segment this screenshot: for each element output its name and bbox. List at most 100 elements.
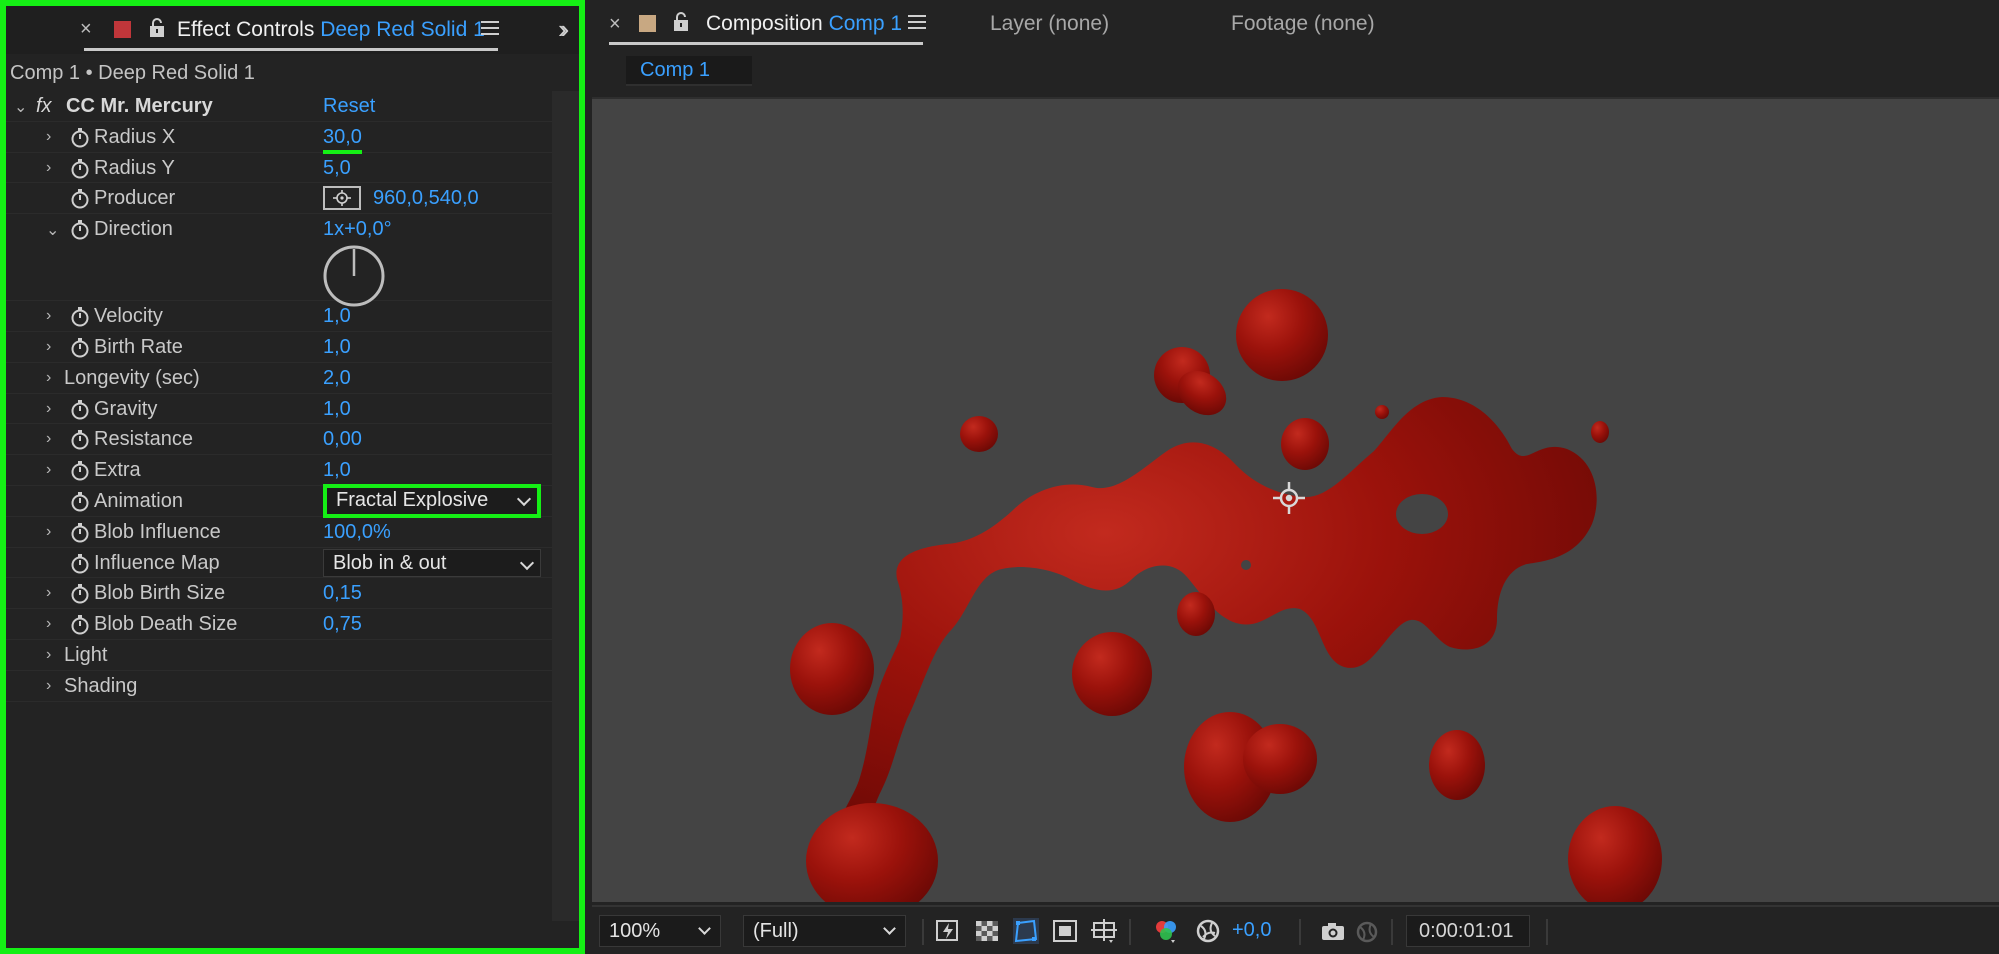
reset-button[interactable]: Reset	[323, 95, 375, 118]
layer-tab[interactable]: Layer (none)	[990, 12, 1109, 36]
resolution-select[interactable]: (Full)	[743, 915, 906, 947]
chevron-right-icon[interactable]: ›	[46, 523, 51, 541]
angle-dial[interactable]	[322, 244, 386, 308]
stopwatch-icon[interactable]	[70, 553, 90, 574]
channel-rgb-icon[interactable]	[1153, 918, 1179, 944]
longevity-value[interactable]: 2,0	[323, 367, 351, 390]
blob-death-size-value[interactable]: 0,75	[323, 613, 362, 636]
composition-title: Composition	[706, 12, 823, 35]
stopwatch-icon[interactable]	[70, 158, 90, 179]
chevron-right-icon[interactable]: ›	[46, 128, 51, 146]
chevron-down-icon	[519, 555, 535, 570]
producer-value[interactable]: 960,0,540,0	[373, 187, 479, 210]
panel-menu-icon[interactable]	[481, 20, 499, 36]
chevron-right-icon[interactable]: ›	[46, 461, 51, 479]
lock-icon[interactable]	[148, 18, 166, 38]
grid-guides-icon[interactable]	[1091, 918, 1117, 944]
stopwatch-icon[interactable]	[70, 307, 90, 327]
radius-y-value[interactable]: 5,0	[323, 157, 351, 180]
point-picker-icon[interactable]	[323, 186, 361, 211]
composition-tab[interactable]: Composition Comp 1	[706, 12, 902, 36]
effect-controls-header: × Effect Controls Deep Red Solid 1 ››	[6, 6, 579, 54]
chevron-right-icon[interactable]: ›	[46, 400, 51, 418]
chevron-down-icon[interactable]: ⌄	[14, 97, 27, 117]
zoom-value: 100%	[609, 920, 661, 942]
influence-map-dropdown[interactable]: Blob in & out	[323, 548, 541, 577]
chevron-right-icon[interactable]: ›	[46, 159, 51, 177]
property-label: Shading	[64, 674, 138, 697]
mercury-blobs-render	[790, 289, 1662, 902]
transparency-grid-icon[interactable]	[974, 918, 1000, 944]
effect-controls-panel: × Effect Controls Deep Red Solid 1 ›› Co…	[0, 0, 585, 954]
stopwatch-icon[interactable]	[70, 615, 90, 635]
effect-header-row[interactable]: ⌄ fx CC Mr. Mercury Reset	[6, 91, 552, 122]
influence-map-selected-value: Blob in & out	[333, 551, 447, 574]
region-of-interest-icon[interactable]	[1052, 918, 1078, 944]
property-group-light[interactable]: › Light	[6, 640, 552, 671]
property-row-longevity: › Longevity (sec) 2,0	[6, 363, 552, 394]
property-label: Radius Y	[94, 156, 175, 179]
stopwatch-icon[interactable]	[70, 491, 90, 512]
chevron-down-icon[interactable]: ⌄	[46, 220, 59, 240]
chevron-right-icon[interactable]: ›	[46, 430, 51, 448]
chevron-right-icon[interactable]: ›	[46, 338, 51, 356]
effect-name: CC Mr. Mercury	[66, 95, 213, 117]
property-label: Extra	[94, 459, 141, 482]
exposure-reset-icon[interactable]	[1195, 918, 1221, 944]
divider	[922, 919, 924, 945]
fast-previews-icon[interactable]	[935, 918, 961, 944]
chevron-right-icon[interactable]: ›	[46, 584, 51, 602]
property-group-shading[interactable]: › Shading	[6, 671, 552, 702]
effect-layer-name: Deep Red Solid 1	[320, 18, 485, 41]
animation-dropdown[interactable]: Fractal Explosive	[323, 483, 541, 518]
stopwatch-icon[interactable]	[70, 430, 90, 450]
divider	[1129, 919, 1131, 945]
chevron-right-icon[interactable]: ›	[46, 615, 51, 633]
zoom-select[interactable]: 100%	[599, 915, 721, 947]
stopwatch-icon[interactable]	[70, 461, 90, 481]
close-icon[interactable]: ×	[80, 18, 92, 41]
chevron-right-icon[interactable]: ›	[46, 677, 51, 695]
current-time-display[interactable]: 0:00:01:01	[1406, 915, 1530, 947]
gravity-value[interactable]: 1,0	[323, 398, 351, 421]
mask-visibility-icon[interactable]	[1013, 918, 1039, 944]
composition-viewer[interactable]	[592, 97, 1999, 902]
velocity-value[interactable]: 1,0	[323, 305, 351, 328]
property-label: Birth Rate	[94, 335, 183, 358]
blob-birth-size-value[interactable]: 0,15	[323, 582, 362, 605]
blob-influence-value[interactable]: 100,0%	[323, 521, 391, 544]
stopwatch-icon[interactable]	[70, 189, 90, 209]
stopwatch-icon[interactable]	[70, 584, 90, 604]
effect-controls-tab[interactable]: Effect Controls Deep Red Solid 1	[177, 18, 485, 42]
birth-rate-value[interactable]: 1,0	[323, 336, 351, 359]
footage-tab[interactable]: Footage (none)	[1231, 12, 1375, 36]
property-label: Animation	[94, 489, 183, 512]
stopwatch-icon[interactable]	[70, 337, 90, 358]
radius-x-value[interactable]: 30,0	[323, 126, 362, 154]
stopwatch-icon[interactable]	[70, 127, 90, 148]
chevron-right-icon[interactable]: ›	[46, 307, 51, 325]
chevron-down-icon	[883, 922, 896, 935]
show-snapshot-icon[interactable]	[1354, 918, 1380, 944]
fx-icon[interactable]: fx	[36, 95, 52, 118]
stopwatch-icon[interactable]	[70, 399, 90, 420]
direction-value[interactable]: 1x+0,0°	[323, 218, 392, 241]
camera-icon[interactable]	[1320, 918, 1346, 944]
extra-value[interactable]: 1,0	[323, 459, 351, 482]
chevron-right-icon[interactable]: ›	[46, 369, 51, 387]
comp-subtab[interactable]: Comp 1	[626, 56, 752, 86]
exposure-value[interactable]: +0,0	[1232, 919, 1271, 942]
divider	[1299, 919, 1301, 945]
stopwatch-icon[interactable]	[70, 220, 90, 240]
resistance-value[interactable]: 0,00	[323, 428, 362, 451]
property-row-influence-map: Influence Map Blob in & out	[6, 548, 552, 579]
lock-icon[interactable]	[672, 12, 690, 32]
chevron-down-icon	[516, 491, 532, 507]
close-icon[interactable]: ×	[609, 13, 621, 36]
double-chevron-right-icon[interactable]: ››	[558, 14, 570, 45]
panel-scrollbar[interactable]	[552, 91, 579, 921]
property-label: Blob Birth Size	[94, 582, 226, 605]
panel-menu-icon[interactable]	[908, 14, 926, 30]
stopwatch-icon[interactable]	[70, 522, 90, 543]
chevron-right-icon[interactable]: ›	[46, 646, 51, 664]
